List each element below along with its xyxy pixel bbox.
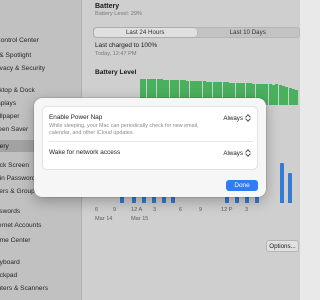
done-button[interactable]: Done <box>226 180 258 191</box>
enable-power-nap-popup[interactable]: Always <box>223 114 251 122</box>
up-down-chevron-icon <box>245 149 251 157</box>
wake-for-network-row: Wake for network access Always <box>43 142 259 171</box>
sheet-settings-panel: Enable Power Nap While sleeping, your Ma… <box>42 106 258 170</box>
enable-power-nap-label: Enable Power Nap <box>49 114 103 121</box>
wake-for-network-value: Always <box>223 149 243 157</box>
up-down-chevron-icon <box>245 114 251 122</box>
enable-power-nap-row: Enable Power Nap While sleeping, your Ma… <box>43 107 259 141</box>
wake-for-network-popup[interactable]: Always <box>223 149 251 157</box>
enable-power-nap-value: Always <box>223 114 243 122</box>
wake-for-network-label: Wake for network access <box>49 149 121 156</box>
enable-power-nap-description: While sleeping, your Mac can periodicall… <box>49 123 199 136</box>
power-options-sheet: Enable Power Nap While sleeping, your Ma… <box>34 98 266 197</box>
